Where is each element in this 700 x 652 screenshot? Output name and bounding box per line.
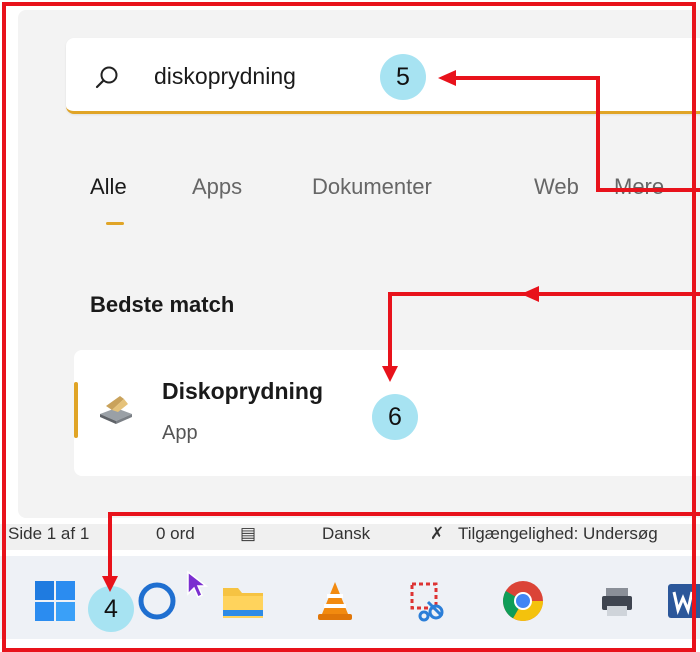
- screenshot-frame: diskoprydning 5 Alle Apps Dokumenter Web…: [0, 0, 700, 652]
- annotation-outline: [2, 2, 696, 652]
